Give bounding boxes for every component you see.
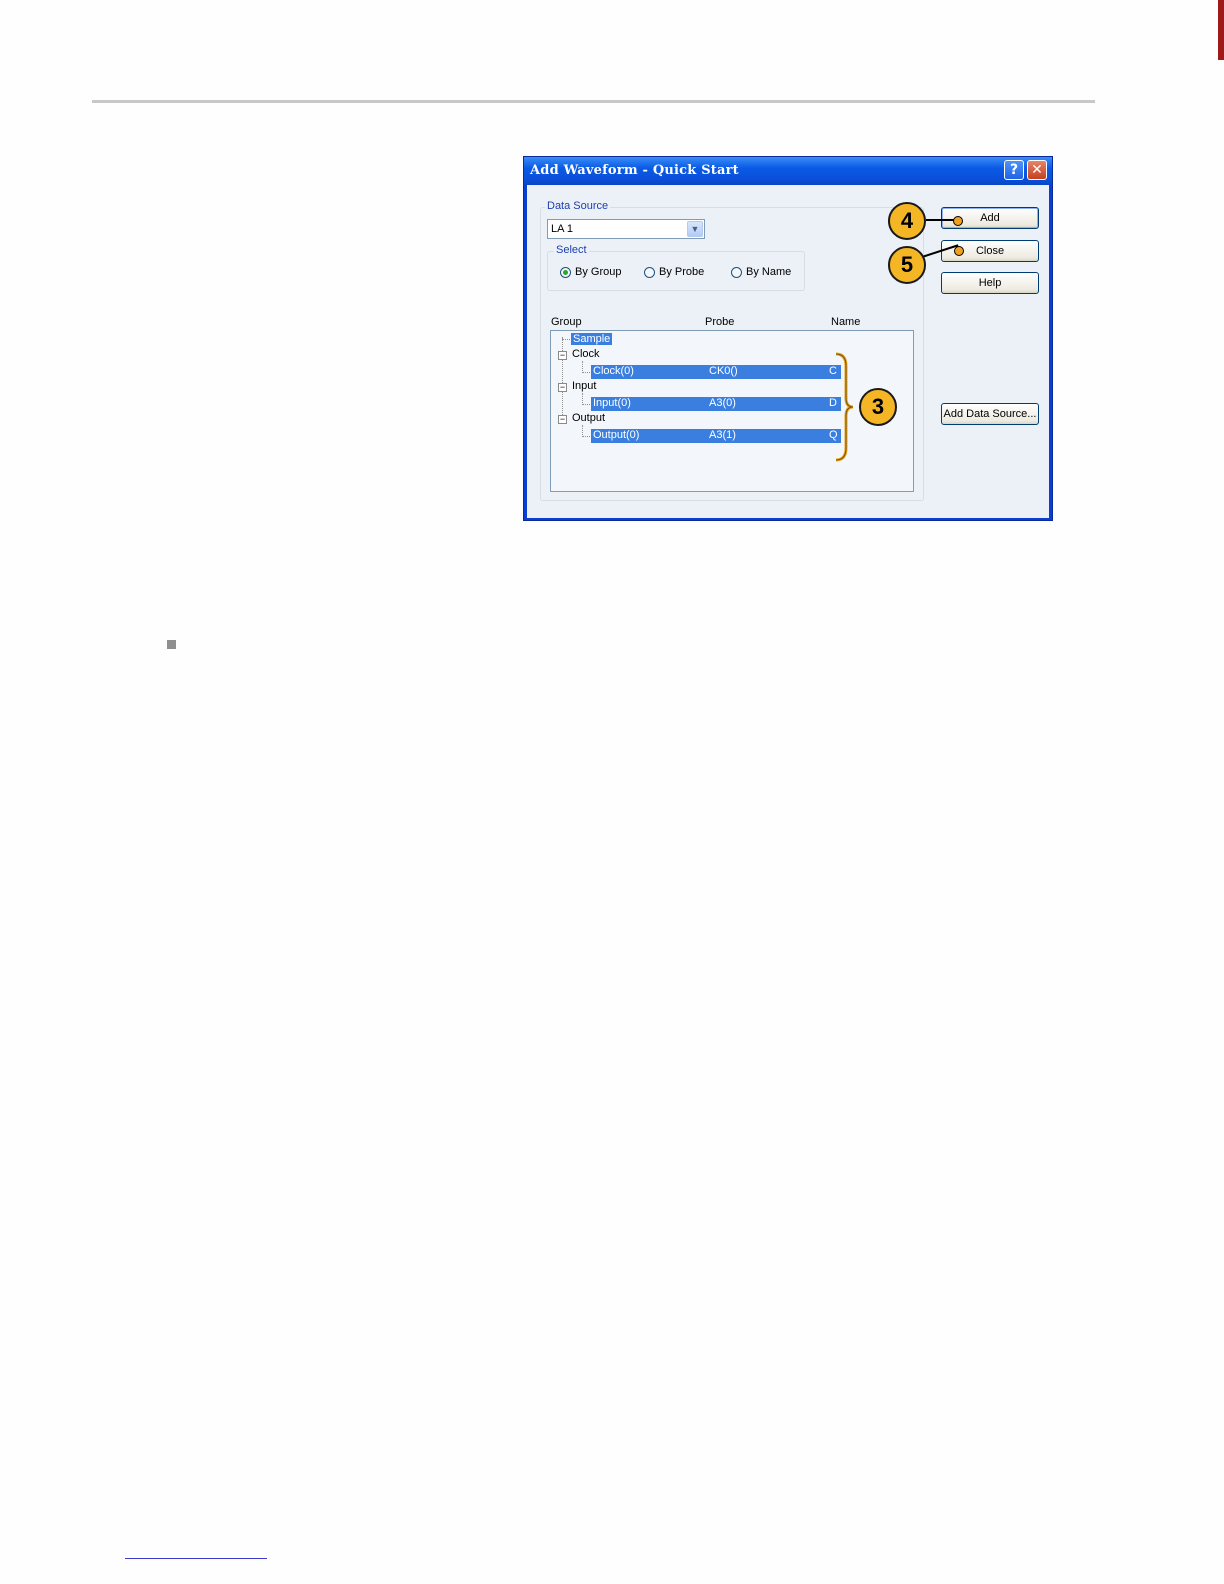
radio-circle <box>644 267 655 278</box>
tree-node-sample[interactable]: Sample <box>571 333 613 345</box>
tree-row-clock[interactable]: Clock(0) CK0() C <box>591 365 841 379</box>
add-waveform-dialog: Add Waveform - Quick Start ? ✕ Data Sour… <box>523 156 1053 521</box>
tree-row-output[interactable]: Output(0) A3(1) Q <box>591 429 841 443</box>
close-icon: ✕ <box>1031 162 1043 178</box>
collapse-icon[interactable]: − <box>558 383 567 392</box>
row-probe: CK0() <box>709 365 738 377</box>
data-source-dropdown[interactable]: LA 1 ▼ <box>547 219 705 239</box>
add-data-source-button[interactable]: Add Data Source... <box>941 403 1039 425</box>
collapse-icon[interactable]: − <box>558 351 567 360</box>
collapse-icon[interactable]: − <box>558 415 567 424</box>
tree-node-group[interactable]: Clock <box>572 348 600 360</box>
select-label: Select <box>554 244 589 256</box>
selection-bracket-icon <box>835 352 854 462</box>
callout-badge-close: 5 <box>888 246 926 284</box>
tree-node-group[interactable]: Input <box>572 380 596 392</box>
radio-label: By Group <box>575 266 622 278</box>
row-group: Input(0) <box>593 397 631 409</box>
radio-by-name[interactable]: By Name <box>731 266 801 281</box>
bullet-marker <box>167 640 176 649</box>
radio-label: By Probe <box>659 266 705 278</box>
radio-circle <box>731 267 742 278</box>
tree-connector <box>582 372 590 373</box>
tree-connector <box>582 404 590 405</box>
help-title-button[interactable]: ? <box>1004 160 1024 180</box>
callout-badge-add: 4 <box>888 202 926 240</box>
column-header-name: Name <box>831 316 861 328</box>
data-source-label: Data Source <box>545 200 611 212</box>
callout-badge-selection: 3 <box>859 388 897 426</box>
dialog-body: Data Source LA 1 ▼ Select By Group By Pr… <box>527 185 1049 518</box>
row-probe: A3(1) <box>709 429 736 441</box>
title-bar: Add Waveform - Quick Start ? ✕ <box>524 157 1052 185</box>
callout-dot-add <box>953 216 963 226</box>
column-header-probe: Probe <box>705 316 735 328</box>
question-icon: ? <box>1009 162 1019 178</box>
column-header-group: Group <box>551 316 582 328</box>
data-source-value: LA 1 <box>551 223 574 235</box>
chevron-down-icon[interactable]: ▼ <box>687 221 703 237</box>
tree-node-group[interactable]: Output <box>572 412 605 424</box>
row-group: Output(0) <box>593 429 640 441</box>
page-edge-tab <box>1218 0 1224 60</box>
tree-connector <box>582 436 590 437</box>
radio-by-probe[interactable]: By Probe <box>644 266 714 281</box>
close-title-button[interactable]: ✕ <box>1027 160 1047 180</box>
radio-selected-dot <box>563 270 568 275</box>
page-header-rule <box>92 100 1095 103</box>
tree-connector <box>562 339 570 340</box>
callout-dot-close <box>954 246 964 256</box>
row-probe: A3(0) <box>709 397 736 409</box>
help-button[interactable]: Help <box>941 272 1039 294</box>
radio-by-group[interactable]: By Group <box>560 266 630 281</box>
radio-label: By Name <box>746 266 792 278</box>
row-group: Clock(0) <box>593 365 634 377</box>
footer-rule <box>125 1558 267 1559</box>
radio-circle <box>560 267 571 278</box>
dialog-title: Add Waveform - Quick Start <box>530 163 739 178</box>
tree-row-input[interactable]: Input(0) A3(0) D <box>591 397 841 411</box>
